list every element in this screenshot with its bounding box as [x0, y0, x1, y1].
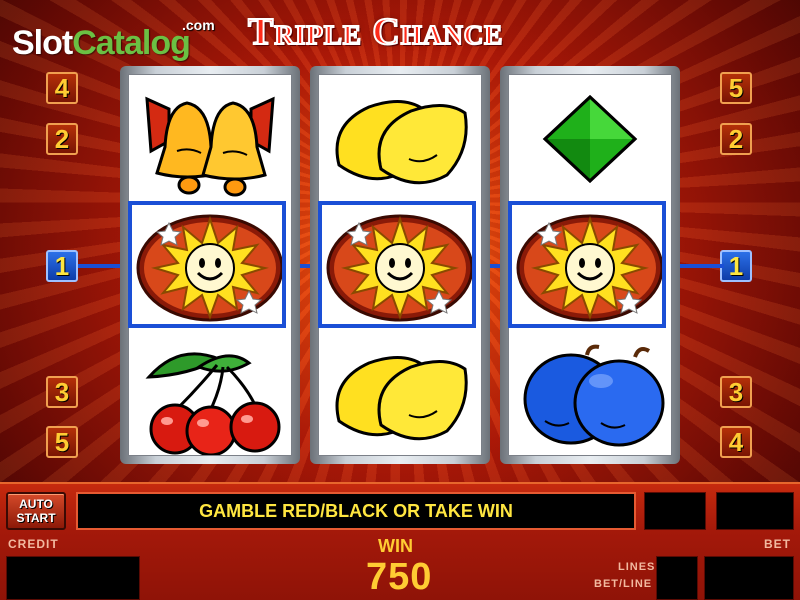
lines-label: LINES: [618, 561, 656, 573]
line-badge-right-2[interactable]: 2: [720, 123, 752, 155]
win-value: 750: [366, 556, 433, 598]
diamond-icon: [509, 89, 671, 215]
slotcatalog-logo: .com SlotCatalog: [12, 8, 215, 62]
line-badge-right-5[interactable]: 5: [720, 72, 752, 104]
plums-icon: [509, 337, 671, 455]
auto-start-label-1: AUTO: [19, 497, 53, 511]
gamble-box-1[interactable]: [644, 492, 706, 530]
cherries-icon: [129, 337, 291, 455]
logo-slot: Slot: [12, 24, 73, 62]
lemons-icon: [319, 341, 481, 455]
lemons-icon: [319, 85, 481, 211]
win-label: WIN: [378, 536, 413, 556]
win-highlight-reel-3: [508, 201, 666, 328]
bells-icon: [129, 81, 291, 207]
logo-catalog: Catalog: [72, 24, 191, 62]
win-highlight-reel-2: [318, 201, 476, 328]
bet-display[interactable]: [704, 556, 794, 600]
line-badge-left-5[interactable]: 5: [46, 426, 78, 458]
line-badge-left-4[interactable]: 4: [46, 72, 78, 104]
line-badge-left-2[interactable]: 2: [46, 123, 78, 155]
logo-text: SlotCatalog: [12, 24, 191, 63]
control-panel: AUTO START GAMBLE RED/BLACK OR TAKE WIN …: [0, 482, 800, 600]
credit-label: CREDIT: [8, 537, 59, 551]
line-badge-right-3[interactable]: 3: [720, 376, 752, 408]
bet-line-label: BET/LINE: [594, 578, 653, 590]
auto-start-label-2: START: [16, 511, 56, 525]
line-badge-right-4[interactable]: 4: [720, 426, 752, 458]
line-badge-left-3[interactable]: 3: [46, 376, 78, 408]
line-badge-left-1[interactable]: 1: [46, 250, 78, 282]
bet-label: BET: [764, 537, 791, 551]
gamble-box-2[interactable]: [716, 492, 794, 530]
line-badge-right-1[interactable]: 1: [720, 250, 752, 282]
credit-display: [6, 556, 140, 600]
win-highlight-reel-1: [128, 201, 286, 328]
lines-display[interactable]: [656, 556, 698, 600]
auto-start-button[interactable]: AUTO START: [6, 492, 66, 530]
game-title: Triple Chance: [247, 10, 504, 54]
message-bar: GAMBLE RED/BLACK OR TAKE WIN: [76, 492, 636, 530]
